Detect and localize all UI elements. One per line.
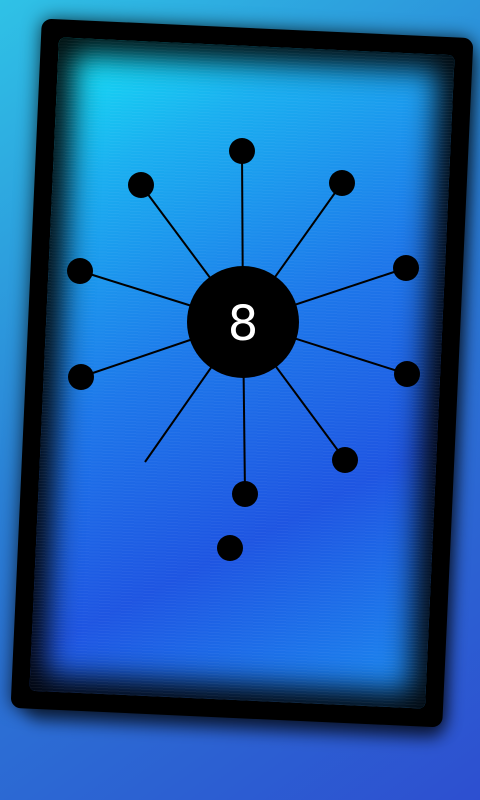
pin-head [232,481,258,507]
rotating-wheel[interactable]: 8 [0,0,480,800]
pin-head [128,172,154,198]
pin-head [332,447,358,473]
game-screen[interactable]: 8 [0,0,480,800]
pin-head [394,361,420,387]
next-pin-ball[interactable] [217,535,243,561]
pin-head [67,258,93,284]
level-number: 8 [228,296,259,352]
pin-head [393,255,419,281]
pin-head [229,138,255,164]
pin-head [329,170,355,196]
pin-head [68,364,94,390]
